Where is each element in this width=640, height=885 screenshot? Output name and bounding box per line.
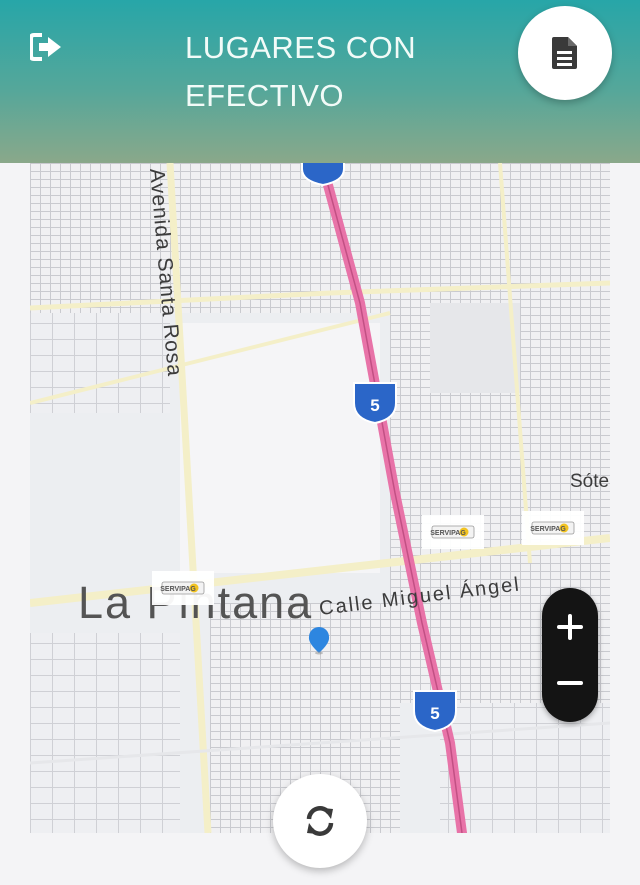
zoom-control (542, 588, 598, 722)
logout-button[interactable] (29, 32, 64, 62)
street-label-sotero: Sóte (570, 471, 609, 492)
refresh-icon (306, 806, 334, 836)
svg-text:5: 5 (370, 396, 379, 415)
plus-icon (557, 614, 583, 640)
svg-text:SERVIPAG: SERVIPAG (530, 526, 566, 533)
map-view[interactable]: 5 5 Avenida Santa Rosa Calle Miguel Ánge… (30, 163, 610, 833)
sign-out-icon (29, 33, 61, 61)
highway-shield: 5 (413, 690, 457, 733)
svg-text:5: 5 (430, 704, 439, 723)
svg-text:SERVIPAG: SERVIPAG (430, 530, 466, 537)
servipag-marker[interactable]: SERVIPAG (152, 571, 214, 605)
servipag-marker[interactable]: SERVIPAG (522, 511, 584, 545)
document-button[interactable] (518, 6, 612, 100)
highway-shield: 5 (353, 382, 397, 425)
zoom-out-button[interactable] (542, 654, 598, 712)
refresh-button[interactable] (273, 774, 367, 868)
page-title: LUGARES CON EFECTIVO (185, 30, 417, 113)
svg-text:SERVIPAG: SERVIPAG (160, 586, 196, 593)
zoom-in-button[interactable] (542, 598, 598, 656)
servipag-marker[interactable]: SERVIPAG (422, 515, 484, 549)
minus-icon (557, 681, 583, 685)
app-header: LUGARES CON EFECTIVO (0, 0, 640, 163)
file-document-icon (552, 37, 577, 69)
